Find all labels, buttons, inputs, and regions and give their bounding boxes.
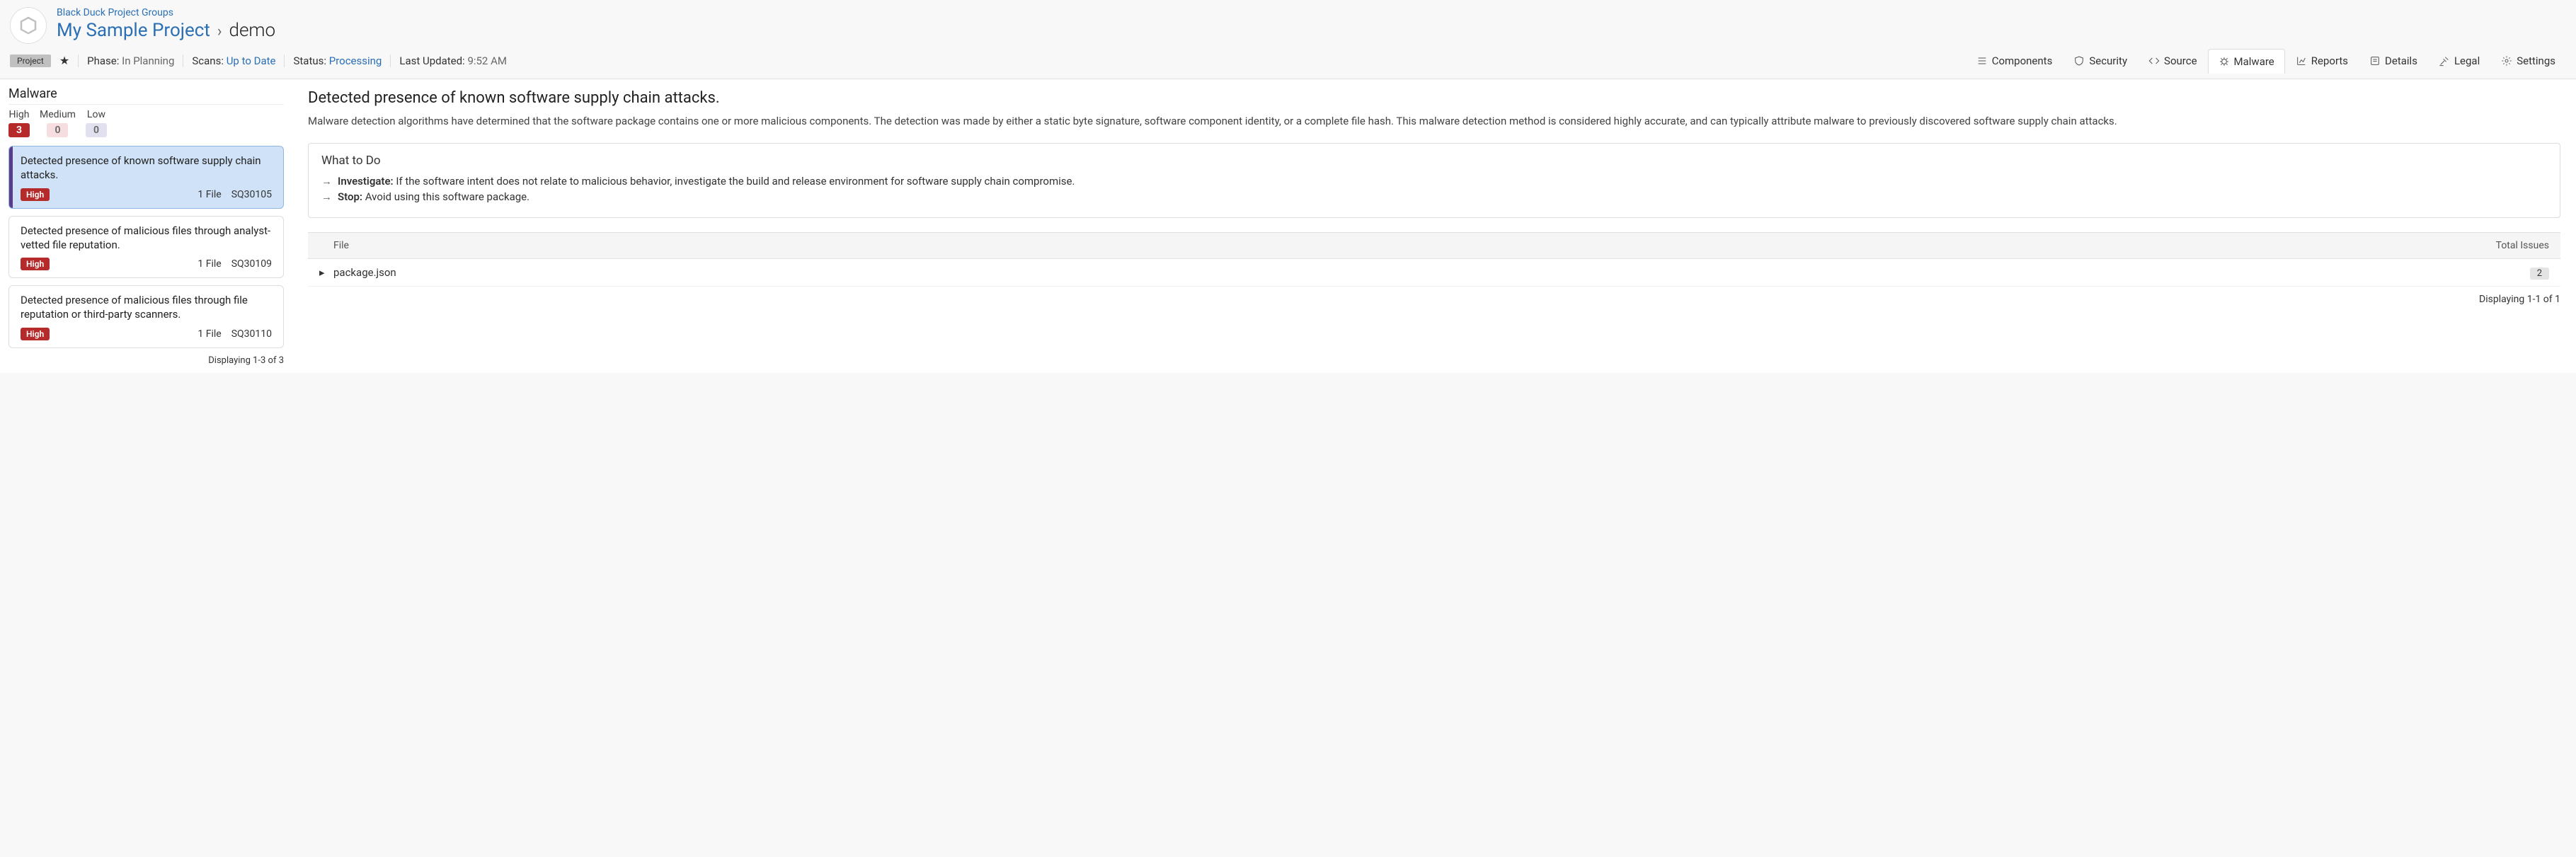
card-files: 1 File — [198, 258, 221, 270]
chart-icon — [2296, 55, 2307, 67]
tab-source[interactable]: Source — [2138, 48, 2207, 73]
gear-icon — [2501, 55, 2512, 67]
issue-count: 2 — [2530, 268, 2549, 280]
details-icon — [2369, 55, 2381, 67]
code-icon — [2148, 55, 2160, 67]
todo-item: → Stop: Avoid using this software packag… — [321, 190, 2547, 203]
what-to-do-title: What to Do — [321, 154, 2547, 168]
card-files: 1 File — [198, 328, 221, 340]
what-to-do-panel: What to Do → Investigate: If the softwar… — [308, 143, 2560, 218]
todo-item: → Investigate: If the software intent do… — [321, 175, 2547, 188]
sidebar-paging: Displaying 1-3 of 3 — [8, 355, 284, 366]
malware-card[interactable]: Detected presence of known software supp… — [8, 146, 284, 209]
arrow-icon: → — [321, 190, 332, 203]
tab-malware[interactable]: Malware — [2208, 49, 2285, 74]
project-pill: Project — [10, 54, 51, 67]
table-paging: Displaying 1-1 of 1 — [308, 294, 2560, 305]
card-id: SQ30105 — [231, 189, 272, 200]
sev-low-label: Low — [86, 109, 107, 120]
page-title: Detected presence of known software supp… — [308, 89, 2560, 107]
file-table: File Total Issues ▸ package.json 2 — [308, 232, 2560, 287]
sev-high-count[interactable]: 3 — [8, 123, 30, 137]
divider — [390, 54, 391, 67]
tab-settings[interactable]: Settings — [2490, 48, 2566, 73]
file-name: package.json — [333, 266, 2464, 279]
col-issues-header: Total Issues — [2464, 240, 2549, 251]
arrow-icon: → — [321, 175, 332, 188]
app-logo — [10, 7, 47, 44]
gavel-icon — [2439, 55, 2450, 67]
tab-security[interactable]: Security — [2063, 48, 2138, 73]
card-title: Detected presence of malicious files thr… — [21, 293, 272, 322]
page-description: Malware detection algorithms have determ… — [308, 114, 2560, 129]
table-row[interactable]: ▸ package.json 2 — [308, 259, 2560, 287]
malware-card[interactable]: Detected presence of malicious files thr… — [8, 285, 284, 348]
card-title: Detected presence of malicious files thr… — [21, 224, 272, 253]
card-files: 1 File — [198, 189, 221, 200]
tab-components[interactable]: Components — [1966, 48, 2063, 73]
status-meta: Status: Processing — [293, 54, 382, 67]
caret-right-icon[interactable]: ▸ — [319, 266, 331, 279]
list-icon — [1976, 55, 1988, 67]
breadcrumb-project-link[interactable]: My Sample Project — [57, 20, 210, 41]
col-file-header: File — [333, 240, 2464, 251]
card-title: Detected presence of known software supp… — [21, 154, 272, 183]
card-id: SQ30110 — [231, 328, 272, 340]
tab-legal[interactable]: Legal — [2428, 48, 2490, 73]
divider — [78, 54, 79, 67]
breadcrumb-separator-icon: › — [217, 23, 222, 40]
sev-med-label: Medium — [40, 109, 76, 120]
updated-meta: Last Updated: 9:52 AM — [399, 54, 507, 67]
sidebar-title: Malware — [8, 86, 284, 105]
breadcrumb-group-link[interactable]: Black Duck Project Groups — [57, 7, 173, 18]
breadcrumb-sub: demo — [229, 20, 276, 41]
sev-chip-high: High — [21, 328, 50, 340]
shield-icon — [2073, 55, 2085, 67]
phase-meta: Phase: In Planning — [87, 54, 174, 67]
card-id: SQ30109 — [231, 258, 272, 270]
tab-reports[interactable]: Reports — [2285, 48, 2359, 73]
sev-low-count[interactable]: 0 — [86, 123, 107, 137]
sev-high-label: High — [8, 109, 30, 120]
sev-med-count[interactable]: 0 — [47, 123, 68, 137]
malware-card[interactable]: Detected presence of malicious files thr… — [8, 216, 284, 279]
bug-icon — [2219, 56, 2230, 67]
sev-chip-high: High — [21, 188, 50, 201]
tab-details[interactable]: Details — [2359, 48, 2428, 73]
scans-meta: Scans: Up to Date — [192, 54, 275, 67]
star-icon[interactable]: ★ — [59, 54, 69, 67]
divider — [284, 54, 285, 67]
sev-chip-high: High — [21, 258, 50, 270]
